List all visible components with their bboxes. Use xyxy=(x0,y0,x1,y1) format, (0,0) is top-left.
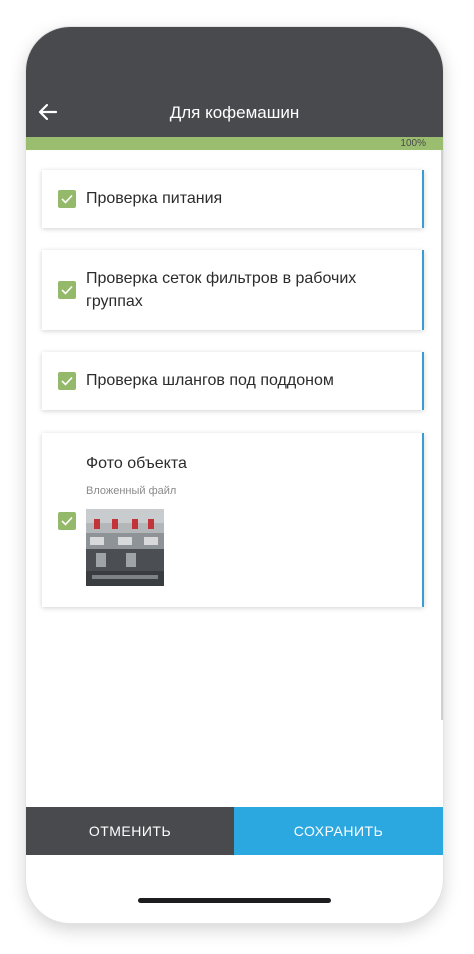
checklist-content[interactable]: Проверка питания Проверка сеток фильтров… xyxy=(26,150,443,807)
checkmark-icon xyxy=(61,285,73,295)
attachment-label: Вложенный файл xyxy=(86,485,177,497)
checkbox-checked[interactable] xyxy=(58,372,76,390)
page-title: Для кофемашин xyxy=(169,103,300,122)
checkmark-icon xyxy=(61,194,73,204)
checklist-item[interactable]: Проверка питания xyxy=(42,170,424,228)
phone-screen: Для кофемашин 100% Проверка питания Пров… xyxy=(26,27,443,923)
cancel-button[interactable]: ОТМЕНИТЬ xyxy=(26,807,234,855)
checklist-item-photo[interactable]: Фото объекта Вложенный файл xyxy=(42,433,424,607)
progress-bar: 100% xyxy=(26,137,443,150)
checkbox-checked[interactable] xyxy=(58,512,76,530)
progress-fill xyxy=(26,137,443,150)
scrollbar[interactable] xyxy=(441,150,443,720)
progress-label: 100% xyxy=(400,138,426,149)
checklist-item[interactable]: Проверка сеток фильтров в рабочих группа… xyxy=(42,250,424,330)
checklist-item[interactable]: Проверка шлангов под поддоном xyxy=(42,352,424,410)
coffee-machine-photo xyxy=(86,509,164,586)
checklist-item-label: Проверка питания xyxy=(86,190,223,207)
save-button[interactable]: СОХРАНИТЬ xyxy=(234,807,443,855)
checkbox-checked[interactable] xyxy=(58,190,76,208)
action-bar: ОТМЕНИТЬ СОХРАНИТЬ xyxy=(26,807,443,855)
attached-photo-thumbnail[interactable] xyxy=(86,509,164,586)
checkmark-icon xyxy=(61,516,73,526)
checklist-item-label: Проверка сеток фильтров в рабочих группа… xyxy=(86,270,357,310)
checkbox-checked[interactable] xyxy=(58,281,76,299)
checkmark-icon xyxy=(61,376,73,386)
app-header: Для кофемашин xyxy=(26,27,443,137)
checklist-item-label: Фото объекта xyxy=(86,455,187,472)
home-indicator[interactable] xyxy=(138,898,331,903)
checklist-item-label: Проверка шлангов под поддоном xyxy=(86,372,334,389)
